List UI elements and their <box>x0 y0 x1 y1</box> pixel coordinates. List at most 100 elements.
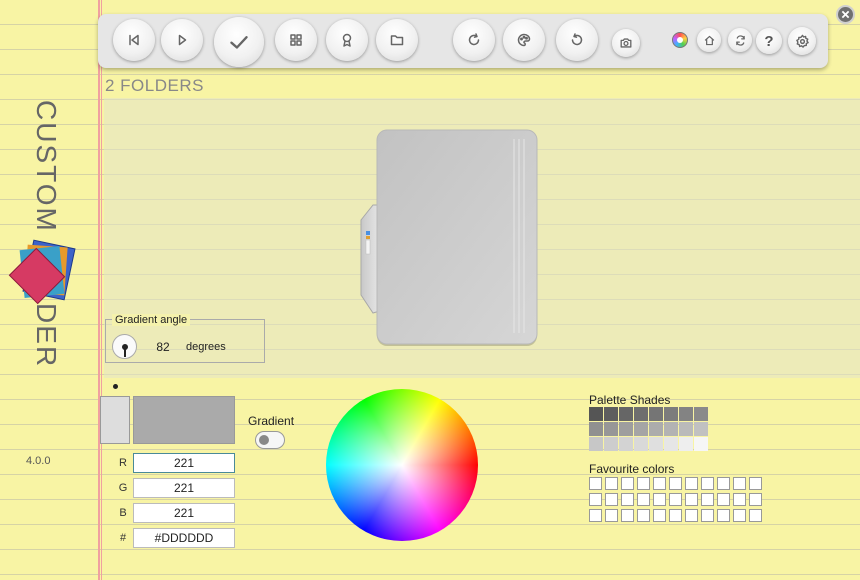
secondary-color-swatch[interactable] <box>133 396 235 444</box>
favourite-color-slot[interactable] <box>653 509 666 522</box>
palette-button[interactable] <box>503 19 545 61</box>
favourite-color-slot[interactable] <box>621 509 634 522</box>
favourite-color-slot[interactable] <box>701 493 714 506</box>
gradient-angle-unit: degrees <box>186 341 226 353</box>
favourite-color-slot[interactable] <box>589 509 602 522</box>
hex-input[interactable] <box>133 528 235 548</box>
palette-shade-swatch[interactable] <box>604 437 618 451</box>
gradient-toggle[interactable] <box>255 431 285 449</box>
favourite-color-slot[interactable] <box>701 477 714 490</box>
favourite-color-slot[interactable] <box>733 493 746 506</box>
refresh-button[interactable] <box>453 19 495 61</box>
sync-button[interactable] <box>728 28 752 52</box>
favourite-color-slot[interactable] <box>733 509 746 522</box>
green-input[interactable] <box>133 478 235 498</box>
favourite-color-slot[interactable] <box>621 493 634 506</box>
favourite-color-slot[interactable] <box>605 509 618 522</box>
favourite-color-slot[interactable] <box>637 477 650 490</box>
palette-shade-swatch[interactable] <box>604 407 618 421</box>
gradient-angle-value[interactable]: 82 <box>150 340 176 354</box>
favourite-color-slot[interactable] <box>749 477 762 490</box>
palette-shade-swatch[interactable] <box>694 437 708 451</box>
favourite-color-slot[interactable] <box>621 477 634 490</box>
favourite-color-slot[interactable] <box>733 477 746 490</box>
favourite-color-slot[interactable] <box>717 509 730 522</box>
folder-preview <box>360 129 538 346</box>
palette-shade-swatch[interactable] <box>619 407 633 421</box>
palette-shades-title: Palette Shades <box>589 393 671 407</box>
palette-shade-swatch[interactable] <box>649 407 663 421</box>
palette-shade-swatch[interactable] <box>634 407 648 421</box>
award-icon <box>342 33 352 47</box>
folder-button[interactable] <box>376 19 418 61</box>
help-icon: ? <box>764 32 774 50</box>
favourite-color-slot[interactable] <box>589 477 602 490</box>
grid-button[interactable] <box>275 19 317 61</box>
home-button[interactable] <box>697 28 721 52</box>
version-label: 4.0.0 <box>26 455 51 467</box>
favourite-color-slot[interactable] <box>653 477 666 490</box>
palette-shade-swatch[interactable] <box>649 437 663 451</box>
palette-shade-swatch[interactable] <box>634 437 648 451</box>
badge-button[interactable] <box>326 19 368 61</box>
palette-shade-swatch[interactable] <box>664 422 678 436</box>
favourite-color-slot[interactable] <box>605 493 618 506</box>
palette-shade-swatch[interactable] <box>679 422 693 436</box>
close-button[interactable] <box>836 5 855 24</box>
refresh-icon <box>468 33 480 46</box>
favourite-color-slot[interactable] <box>669 477 682 490</box>
favourite-color-slot[interactable] <box>749 509 762 522</box>
undo-button[interactable] <box>556 19 598 61</box>
favourite-color-slot[interactable] <box>669 509 682 522</box>
primary-color-swatch[interactable] <box>100 396 130 444</box>
color-mode-button[interactable] <box>672 32 688 48</box>
screenshot-button[interactable] <box>612 29 640 57</box>
palette-shade-swatch[interactable] <box>619 422 633 436</box>
palette-shade-swatch[interactable] <box>694 422 708 436</box>
palette-shade-swatch[interactable] <box>694 407 708 421</box>
palette-shade-swatch[interactable] <box>679 437 693 451</box>
red-input[interactable] <box>133 453 235 473</box>
favourite-color-slot[interactable] <box>669 493 682 506</box>
previous-button[interactable] <box>113 19 155 61</box>
palette-shade-swatch[interactable] <box>679 407 693 421</box>
notebook-margin-line <box>98 0 102 580</box>
favourite-color-slot[interactable] <box>685 493 698 506</box>
play-icon <box>178 34 187 46</box>
favourite-color-slot[interactable] <box>717 493 730 506</box>
favourite-color-slot[interactable] <box>637 493 650 506</box>
palette-shade-swatch[interactable] <box>634 422 648 436</box>
favourite-color-slot[interactable] <box>717 477 730 490</box>
palette-shade-swatch[interactable] <box>589 407 603 421</box>
favourite-color-slot[interactable] <box>637 509 650 522</box>
blue-label: B <box>119 507 127 519</box>
gradient-angle-knob[interactable] <box>112 334 137 359</box>
color-wheel-picker[interactable] <box>326 389 478 541</box>
favourite-color-slot[interactable] <box>589 493 602 506</box>
favourite-color-slot[interactable] <box>685 509 698 522</box>
settings-button[interactable] <box>788 27 816 55</box>
palette-icon <box>517 33 531 47</box>
palette-shade-swatch[interactable] <box>649 422 663 436</box>
help-button[interactable]: ? <box>756 28 782 54</box>
palette-shade-swatch[interactable] <box>619 437 633 451</box>
play-button[interactable] <box>161 19 203 61</box>
favourite-color-slot[interactable] <box>701 509 714 522</box>
apply-button[interactable] <box>214 17 264 67</box>
palette-shade-swatch[interactable] <box>604 422 618 436</box>
favourite-color-slot[interactable] <box>653 493 666 506</box>
favourite-color-slot[interactable] <box>605 477 618 490</box>
palette-shade-swatch[interactable] <box>664 407 678 421</box>
sync-icon <box>735 34 745 46</box>
toolbar: ? <box>98 14 828 68</box>
palette-shade-swatch[interactable] <box>589 437 603 451</box>
blue-input[interactable] <box>133 503 235 523</box>
hex-label: # <box>119 532 127 544</box>
palette-shade-swatch[interactable] <box>664 437 678 451</box>
palette-shade-swatch[interactable] <box>589 422 603 436</box>
favourite-color-slot[interactable] <box>749 493 762 506</box>
green-label: G <box>118 482 128 494</box>
favourite-color-slot[interactable] <box>685 477 698 490</box>
gradient-angle-title: Gradient angle <box>112 314 191 326</box>
folder-count-label: 2 FOLDERS <box>105 76 204 95</box>
